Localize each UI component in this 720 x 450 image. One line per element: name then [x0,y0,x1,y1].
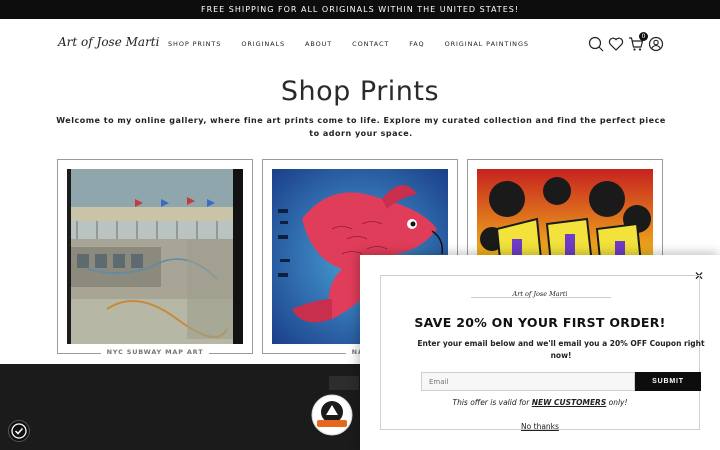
account-icon[interactable] [648,36,664,52]
popup-logo: Art of Jose Marti [512,290,568,298]
popup-subtext: Enter your email below and we'll email y… [417,339,705,360]
nav-originals[interactable]: ORIGINALS [241,40,285,48]
nav-shop-prints[interactable]: SHOP PRINTS [168,40,221,48]
cart-count-badge: 0 [639,32,648,41]
header-icons: 0 [588,32,668,52]
offer-text: This offer is valid for NEW CUSTOMERS on… [452,398,628,407]
search-icon[interactable] [588,36,604,52]
submit-button[interactable]: SUBMIT [635,372,701,391]
main-nav: SHOP PRINTS ORIGINALS ABOUT CONTACT FAQ … [168,40,549,48]
popup-frame: Art of Jose Marti SAVE 20% ON YOUR FIRST… [380,275,705,431]
popup-heading: SAVE 20% ON YOUR FIRST ORDER! [414,315,666,330]
no-thanks-link[interactable]: No thanks [381,422,699,431]
discount-popup: ✕ Art of Jose Marti SAVE 20% ON YOUR FIR… [360,255,720,450]
email-input[interactable] [421,372,635,391]
page-title: Shop Prints [280,76,440,107]
footer-tab [329,376,359,390]
cart-icon[interactable]: 0 [628,32,648,52]
product-card[interactable]: NYC SUBWAY MAP ART [57,159,253,356]
nav-original-paintings[interactable]: ORIGINAL PAINTINGS [445,40,529,48]
site-logo[interactable]: Art of Jose Marti [58,35,159,49]
shop-badge-logo [310,393,354,437]
divider [551,297,611,298]
intro-text: Welcome to my online gallery, where fine… [56,116,666,138]
nav-about[interactable]: ABOUT [305,40,332,48]
site-header: Art of Jose Marti SHOP PRINTS ORIGINALS … [0,19,720,69]
nav-faq[interactable]: FAQ [409,40,424,48]
nav-contact[interactable]: CONTACT [352,40,389,48]
product-image-subway[interactable] [67,169,243,344]
announcement-bar: FREE SHIPPING FOR ALL ORIGINALS WITHIN T… [0,0,720,19]
accessibility-button[interactable] [8,420,30,442]
product-caption: NYC SUBWAY MAP ART [58,348,252,356]
heart-icon[interactable] [608,36,624,52]
